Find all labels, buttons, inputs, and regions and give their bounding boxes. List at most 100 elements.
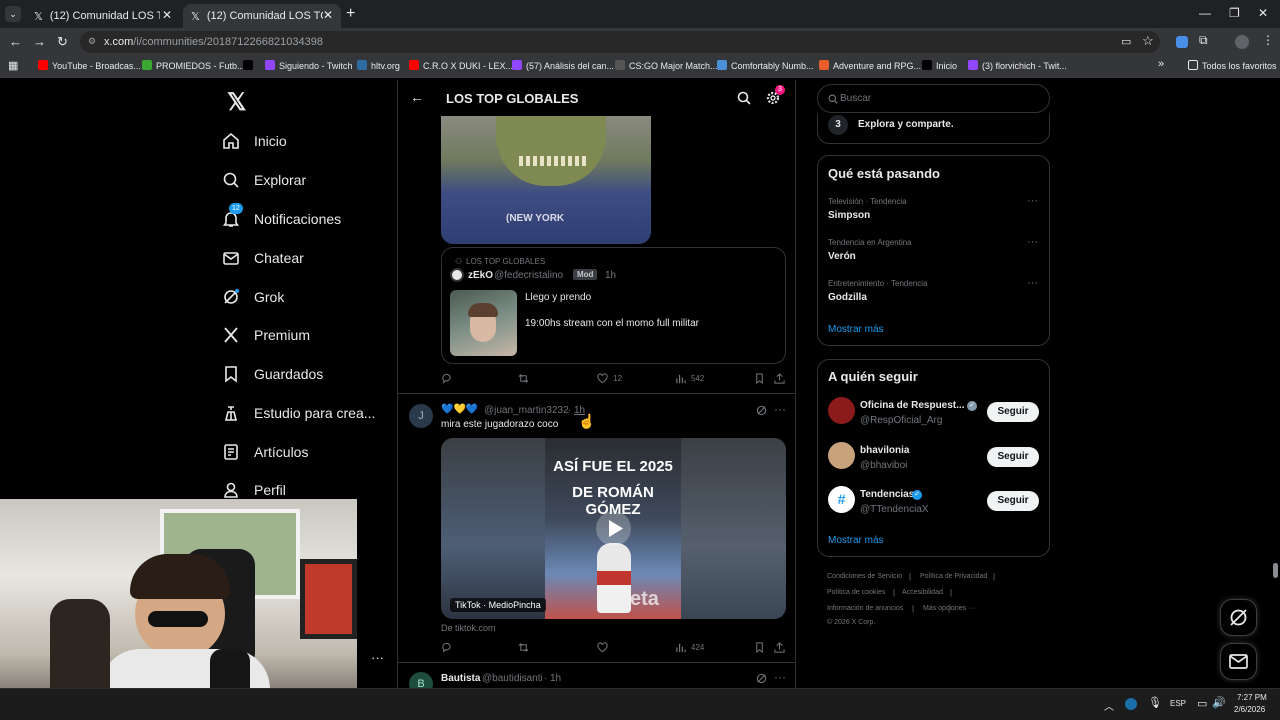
address-bar[interactable]: ⚙ x.com/i/communities/201871226682103439…: [80, 31, 1160, 53]
extension-icon[interactable]: [1176, 36, 1188, 48]
quote-author-handle[interactable]: @fedecristalino: [494, 270, 563, 281]
views-button[interactable]: 424: [675, 642, 704, 653]
clock-time[interactable]: 7:27 PM: [1237, 693, 1267, 702]
all-bookmarks-folder[interactable]: Todos los favoritos: [1188, 60, 1277, 71]
display-icon[interactable]: ▭: [1197, 697, 1207, 710]
nav-item-explorar[interactable]: Explorar: [222, 168, 306, 192]
quoted-post[interactable]: ⚇ LOS TOP GLOBALES zEkO @fedecristalino …: [441, 247, 786, 364]
footer-link[interactable]: Información de anuncios: [827, 605, 903, 612]
video-card[interactable]: ASÍ FUE EL 2025 DE ROMÁN GÓMEZ eta TikTo…: [441, 438, 786, 619]
quote-community[interactable]: LOS TOP GLOBALES: [466, 257, 545, 266]
extensions-puzzle-icon[interactable]: ⧉: [1199, 33, 1208, 48]
minimize-icon[interactable]: —: [1199, 6, 1211, 20]
back-arrow-icon[interactable]: ←: [410, 89, 424, 105]
trend-more-icon[interactable]: ···: [1027, 277, 1038, 289]
grok-post-icon[interactable]: [756, 673, 767, 684]
language-indicator[interactable]: ESP: [1170, 699, 1186, 708]
nav-item-chatear[interactable]: Chatear: [222, 246, 304, 270]
reply-button[interactable]: [441, 373, 457, 384]
profile-avatar[interactable]: [1235, 35, 1249, 49]
reply-button[interactable]: [441, 642, 457, 653]
bookmark-item[interactable]: [243, 60, 257, 71]
bookmark-item[interactable]: CS:GO Major Match...: [615, 60, 718, 71]
post-author-name[interactable]: Bautista: [441, 673, 480, 684]
microphone-icon[interactable]: 🎙: [1148, 696, 1162, 709]
bookmark-button[interactable]: [754, 373, 770, 384]
bookmark-item[interactable]: YouTube - Broadcas...: [38, 60, 141, 71]
show-more-trends[interactable]: Mostrar más: [828, 324, 884, 335]
close-tab-icon[interactable]: ✕: [323, 8, 333, 22]
repost-button[interactable]: [518, 642, 534, 653]
follow-handle[interactable]: @RespOficial_Arg: [860, 415, 942, 426]
bookmark-item[interactable]: PROMIEDOS - Futb...: [142, 60, 245, 71]
show-more-follow[interactable]: Mostrar más: [828, 535, 884, 546]
grok-post-icon[interactable]: [756, 405, 767, 416]
share-button[interactable]: [774, 373, 790, 384]
browser-tab-2-active[interactable]: 𝕏 (12) Comunidad LOS TOP GLOB ✕: [183, 4, 341, 28]
close-tab-icon[interactable]: ✕: [162, 8, 172, 22]
bookmark-item[interactable]: Inicio: [922, 60, 957, 71]
nav-item-artículos[interactable]: Artículos: [222, 440, 308, 464]
follow-handle[interactable]: @TTendenciaX: [860, 504, 929, 515]
follow-avatar[interactable]: [828, 442, 855, 469]
x-logo-icon[interactable]: 𝕏: [227, 88, 246, 117]
nav-item-grok[interactable]: Grok: [222, 285, 284, 309]
volume-icon[interactable]: 🔊: [1212, 696, 1226, 709]
post-author-handle[interactable]: @juan_martin3232: [484, 405, 569, 416]
like-button[interactable]: 12: [597, 373, 622, 384]
site-info-icon[interactable]: ⚙: [88, 36, 96, 47]
browser-menu-icon[interactable]: ⋮: [1262, 33, 1274, 47]
clock-date[interactable]: 2/6/2026: [1234, 705, 1265, 714]
browser-tab-1[interactable]: 𝕏 (12) Comunidad LOS TOP GLOB ✕: [26, 4, 180, 28]
follow-handle[interactable]: @bhaviboi: [860, 460, 907, 471]
step-text[interactable]: Explora y comparte.: [858, 119, 954, 130]
close-window-icon[interactable]: ✕: [1258, 6, 1268, 20]
quote-author-name[interactable]: zEkO: [468, 270, 493, 281]
post-more-icon[interactable]: ···: [774, 402, 786, 416]
post-author-emojis[interactable]: 💙💛💙: [441, 404, 478, 415]
quote-avatar[interactable]: [450, 268, 464, 282]
forward-icon[interactable]: →: [33, 34, 46, 49]
bookmark-item[interactable]: hltv.org: [357, 60, 400, 71]
follow-button[interactable]: Seguir: [987, 447, 1039, 467]
search-icon[interactable]: [737, 91, 751, 105]
nav-item-inicio[interactable]: Inicio: [222, 129, 287, 153]
nav-item-premium[interactable]: Premium: [222, 323, 310, 347]
bookmark-button[interactable]: [754, 642, 770, 653]
apps-grid-icon[interactable]: ▦: [8, 59, 18, 72]
quote-thumbnail[interactable]: [450, 290, 517, 356]
follow-avatar[interactable]: [828, 397, 855, 424]
views-button[interactable]: 542: [675, 373, 704, 384]
nav-item-guardados[interactable]: Guardados: [222, 362, 323, 386]
follow-name[interactable]: bhavilonia: [860, 445, 909, 456]
like-button[interactable]: [597, 642, 613, 653]
trend-name[interactable]: Verón: [828, 251, 856, 262]
tab-search-button[interactable]: ⌄: [5, 6, 21, 22]
play-button[interactable]: [596, 511, 631, 546]
repost-button[interactable]: [518, 373, 534, 384]
post-avatar[interactable]: J: [409, 404, 433, 428]
bookmark-star-icon[interactable]: ☆: [1142, 33, 1154, 49]
search-box[interactable]: Buscar: [817, 84, 1050, 113]
nav-item-notificaciones[interactable]: Notificaciones 12: [222, 203, 341, 231]
restore-icon[interactable]: ❐: [1229, 6, 1240, 20]
bookmark-item[interactable]: Siguiendo - Twitch: [265, 60, 352, 71]
grok-fab[interactable]: [1220, 599, 1257, 636]
bookmark-item[interactable]: Comfortably Numb...: [717, 60, 814, 71]
trend-name[interactable]: Simpson: [828, 210, 870, 221]
post-time[interactable]: 1h: [550, 673, 561, 684]
footer-link[interactable]: Política de cookies: [827, 589, 885, 596]
post-author-handle[interactable]: @bautidisanti: [482, 673, 543, 684]
bookmark-item[interactable]: Adventure and RPG...: [819, 60, 921, 71]
footer-link[interactable]: Política de Privacidad: [920, 573, 987, 580]
trend-more-icon[interactable]: ···: [1027, 195, 1038, 207]
footer-link[interactable]: Condiciones de Servicio: [827, 573, 902, 580]
video-source[interactable]: De tiktok.com: [441, 623, 496, 633]
messages-fab[interactable]: [1220, 643, 1257, 680]
follow-button[interactable]: Seguir: [987, 402, 1039, 422]
bookmark-item[interactable]: C.R.O X DUKI - LEX...: [409, 60, 513, 71]
footer-link[interactable]: Accesibilidad: [902, 589, 943, 596]
post-more-icon[interactable]: ···: [774, 670, 786, 684]
nav-item-estudio-para-crea[interactable]: Estudio para crea...: [222, 401, 375, 425]
install-app-icon[interactable]: ▭: [1121, 35, 1131, 48]
